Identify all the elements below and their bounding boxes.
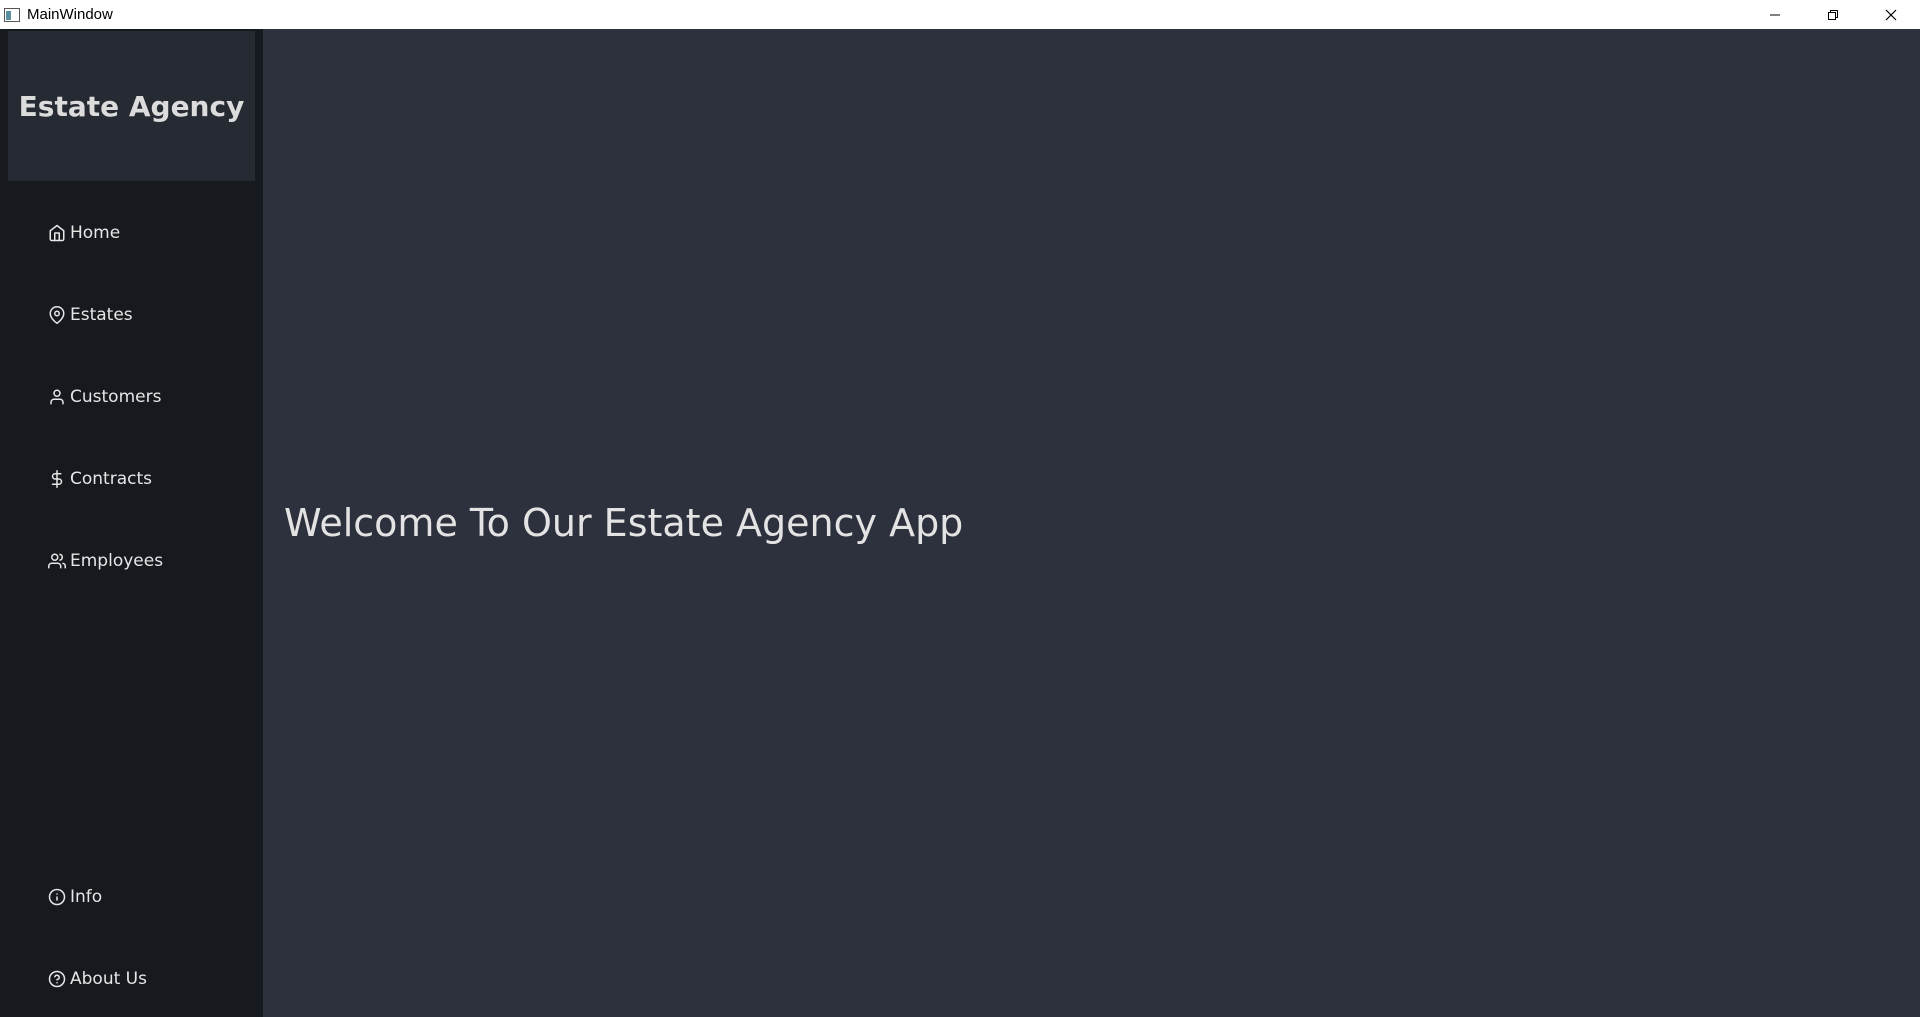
welcome-heading: Welcome To Our Estate Agency App [284, 501, 964, 545]
minimize-button[interactable] [1746, 0, 1804, 29]
sidebar-item-customers[interactable]: Customers [48, 377, 161, 417]
restore-button[interactable] [1804, 0, 1862, 29]
sidebar-item-label: Info [70, 887, 103, 907]
app-icon [3, 6, 21, 24]
sidebar-item-contracts[interactable]: Contracts [48, 459, 152, 499]
window-title: MainWindow [27, 6, 113, 23]
sidebar-item-label: Contracts [70, 469, 152, 489]
sidebar-item-employees[interactable]: Employees [48, 541, 163, 581]
sidebar-item-label: Home [70, 223, 121, 243]
sidebar-item-label: About Us [70, 969, 147, 989]
map-pin-icon [49, 306, 65, 324]
users-icon [48, 553, 66, 569]
user-icon [50, 389, 64, 405]
info-icon [48, 888, 66, 906]
window-controls [1746, 0, 1920, 29]
restore-icon [1828, 9, 1838, 20]
sidebar-item-info[interactable]: Info [48, 877, 102, 917]
main-content: Welcome To Our Estate Agency App [263, 29, 1920, 1017]
brand-panel: Estate Agency [8, 31, 255, 181]
sidebar: Estate Agency Home Estates Customers Con… [0, 29, 263, 1017]
brand-title: Estate Agency [18, 89, 245, 123]
sidebar-item-label: Estates [70, 305, 133, 325]
sidebar-item-label: Customers [70, 387, 162, 407]
sidebar-item-home[interactable]: Home [48, 213, 120, 253]
window-titlebar: MainWindow [0, 0, 1920, 29]
close-button[interactable] [1862, 0, 1920, 29]
minimize-icon [1770, 14, 1780, 15]
dollar-icon [51, 470, 63, 488]
home-icon [49, 224, 65, 242]
sidebar-item-label: Employees [70, 551, 164, 571]
sidebar-item-about-us[interactable]: About Us [48, 959, 147, 999]
help-circle-icon [48, 970, 66, 988]
sidebar-item-estates[interactable]: Estates [48, 295, 133, 335]
close-icon [1885, 9, 1897, 20]
